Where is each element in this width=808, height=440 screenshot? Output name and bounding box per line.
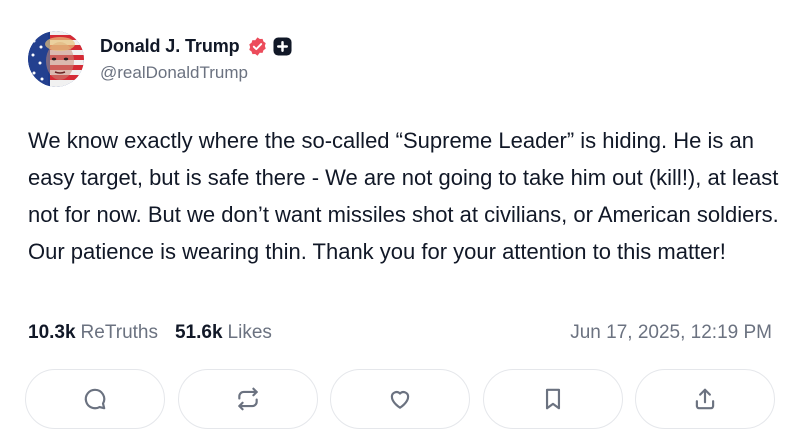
- plus-badge-icon: [272, 36, 292, 56]
- post-card: Donald J. Trump @realDonaldTrump We know…: [0, 0, 808, 440]
- share-icon: [695, 388, 715, 410]
- retruths-label[interactable]: ReTruths: [81, 322, 158, 344]
- post-text: We know exactly where the so-called “Sup…: [28, 128, 779, 264]
- like-button[interactable]: [330, 369, 470, 429]
- post-timestamp[interactable]: Jun 17, 2025, 12:19 PM: [570, 322, 772, 344]
- likes-count[interactable]: 51.6k: [175, 322, 223, 344]
- bookmark-icon: [545, 388, 560, 410]
- avatar-image: [28, 31, 84, 87]
- retruths-count[interactable]: 10.3k: [28, 322, 76, 344]
- verified-badge-icon: [247, 36, 268, 57]
- comment-icon: [84, 388, 106, 410]
- heart-icon: [390, 391, 410, 409]
- action-bar: [25, 369, 775, 429]
- bookmark-button[interactable]: [482, 369, 623, 429]
- author-name[interactable]: Donald J. Trump: [100, 36, 240, 57]
- avatar[interactable]: [28, 31, 84, 87]
- retruth-button[interactable]: [177, 369, 318, 429]
- author-handle[interactable]: @realDonaldTrump: [100, 63, 292, 83]
- share-button[interactable]: [635, 369, 775, 429]
- post-stats: 10.3k ReTruths 51.6k Likes Jun 17, 2025,…: [28, 322, 772, 344]
- repost-icon: [237, 387, 258, 411]
- author-block: Donald J. Trump @realDonaldTrump: [100, 34, 292, 83]
- likes-label[interactable]: Likes: [228, 322, 272, 344]
- reply-button[interactable]: [25, 369, 165, 429]
